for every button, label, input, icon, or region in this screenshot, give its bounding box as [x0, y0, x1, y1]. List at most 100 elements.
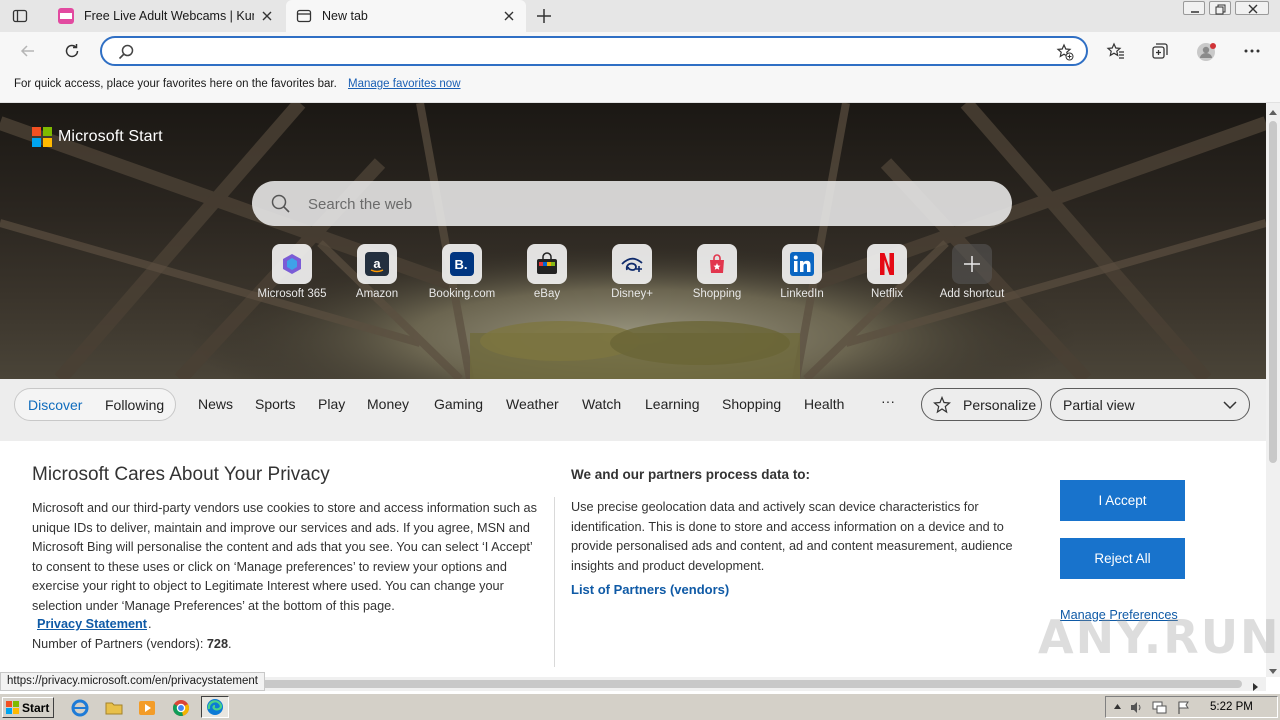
ebay-icon [527, 244, 567, 284]
search-icon [118, 44, 134, 60]
tab-title: Free Live Adult Webcams | KumC [84, 9, 254, 23]
nav-money[interactable]: Money [367, 396, 409, 412]
favorites-icon[interactable] [1106, 41, 1126, 61]
address-input[interactable] [142, 41, 1042, 61]
back-arrow-icon[interactable] [18, 41, 38, 61]
file-explorer-icon[interactable] [104, 698, 124, 718]
shortcut-disney-plus[interactable]: Disney+ [592, 244, 672, 304]
nav-more-icon[interactable]: ··· [881, 393, 895, 409]
nav-news[interactable]: News [198, 396, 233, 412]
scroll-down-arrow-icon[interactable] [1269, 663, 1277, 674]
volume-icon[interactable] [1129, 700, 1144, 715]
window-minimize-button[interactable] [1183, 1, 1205, 15]
privacy-statement-period: . [148, 617, 152, 631]
nav-shopping[interactable]: Shopping [722, 396, 781, 412]
scroll-up-arrow-icon[interactable] [1269, 105, 1277, 115]
collections-icon[interactable] [1150, 41, 1170, 61]
shortcut-amazon[interactable]: a Amazon [337, 244, 417, 304]
windows-taskbar: Start 5:22 PM [0, 693, 1280, 720]
favorites-bar: For quick access, place your favorites h… [0, 70, 1280, 103]
layout-view-value: Partial view [1063, 397, 1135, 413]
settings-more-icon[interactable] [1242, 41, 1262, 61]
network-icon[interactable] [1152, 700, 1167, 715]
chrome-icon[interactable] [171, 698, 191, 718]
shortcut-linkedin[interactable]: LinkedIn [762, 244, 842, 304]
shortcut-add[interactable]: Add shortcut [932, 244, 1012, 304]
web-search-input[interactable] [308, 193, 968, 215]
nav-watch[interactable]: Watch [582, 396, 621, 412]
nav-weather[interactable]: Weather [506, 396, 559, 412]
new-tab-page: Microsoft Start Microsoft 365 a Amazon B… [0, 103, 1266, 677]
tab-following[interactable]: Following [105, 397, 164, 413]
link-status-bar: https://privacy.microsoft.com/en/privacy… [0, 672, 265, 691]
booking-icon: B. [442, 244, 482, 284]
shortcut-shopping[interactable]: Shopping [677, 244, 757, 304]
covered-bridge-image [0, 103, 1266, 379]
vertical-scrollbar[interactable] [1266, 103, 1280, 677]
new-tab-plus-icon[interactable] [534, 6, 554, 26]
nav-health[interactable]: Health [804, 396, 844, 412]
accept-button[interactable]: I Accept [1060, 480, 1185, 521]
nav-learning[interactable]: Learning [645, 396, 700, 412]
tab-title: New tab [322, 9, 368, 23]
microsoft-start-logo[interactable]: Microsoft Start [32, 127, 163, 147]
edge-icon[interactable] [201, 696, 229, 718]
brand-name: Microsoft Start [58, 128, 163, 145]
personalize-label: Personalize [963, 397, 1037, 413]
personalize-button[interactable]: Personalize [921, 388, 1042, 421]
shopping-icon [697, 244, 737, 284]
consent-body: Microsoft and our third-party vendors us… [32, 501, 537, 613]
site-favicon-icon [58, 8, 74, 24]
window-restore-button[interactable] [1209, 1, 1231, 15]
address-bar[interactable] [100, 36, 1088, 66]
partner-count: Number of Partners (vendors): 728. [32, 637, 232, 651]
microsoft-logo-icon [32, 127, 52, 147]
privacy-statement-link[interactable]: Privacy Statement [37, 617, 147, 631]
close-tab-icon[interactable] [260, 9, 274, 23]
feed-navigation: Discover Following News Sports Play Mone… [0, 379, 1266, 441]
web-search-box[interactable] [252, 181, 1012, 226]
amazon-icon: a [357, 244, 397, 284]
shortcut-microsoft-365[interactable]: Microsoft 365 [252, 244, 332, 304]
nav-sports[interactable]: Sports [255, 396, 295, 412]
show-hidden-icons-icon[interactable] [1110, 700, 1125, 715]
shortcut-booking[interactable]: B. Booking.com [422, 244, 502, 304]
hero-background: Microsoft Start Microsoft 365 a Amazon B… [0, 103, 1266, 379]
vertical-scroll-thumb[interactable] [1269, 121, 1277, 463]
media-player-icon[interactable] [137, 698, 157, 718]
anyrun-watermark: ANY.RUN [1038, 610, 1280, 664]
profile-avatar-icon[interactable] [1196, 41, 1216, 61]
close-tab-icon[interactable] [502, 9, 516, 23]
partner-count-label: Number of Partners (vendors): [32, 637, 204, 651]
svg-text:B.: B. [455, 257, 468, 272]
add-favorite-star-icon[interactable] [1056, 43, 1074, 61]
window-close-button[interactable] [1235, 1, 1269, 15]
system-tray: 5:22 PM [1105, 696, 1278, 718]
consent-divider [554, 497, 555, 667]
chevron-down-icon [1223, 398, 1237, 412]
layout-view-select[interactable]: Partial view [1050, 388, 1250, 421]
nav-gaming[interactable]: Gaming [434, 396, 483, 412]
tab-webcams[interactable]: Free Live Adult Webcams | KumC [48, 0, 284, 32]
tab-discover[interactable]: Discover [28, 397, 82, 413]
partner-count-value: 728 [206, 637, 229, 651]
manage-favorites-link[interactable]: Manage favorites now [348, 78, 461, 90]
start-label: Start [22, 701, 50, 715]
internet-explorer-icon[interactable] [70, 698, 90, 718]
shortcut-ebay[interactable]: eBay [507, 244, 587, 304]
tab-actions-icon[interactable] [12, 8, 28, 24]
linkedin-icon [782, 244, 822, 284]
search-icon [270, 193, 292, 215]
shortcut-netflix[interactable]: Netflix [847, 244, 927, 304]
refresh-icon[interactable] [62, 41, 82, 61]
tab-strip: Free Live Adult Webcams | KumC New tab [0, 0, 1280, 32]
taskbar-clock: 5:22 PM [1210, 701, 1253, 713]
scroll-right-arrow-icon[interactable] [1250, 679, 1260, 691]
nav-play[interactable]: Play [318, 396, 345, 412]
list-of-partners-link[interactable]: List of Partners (vendors) [571, 582, 729, 597]
tab-new-tab[interactable]: New tab [286, 0, 526, 32]
browser-toolbar [0, 32, 1280, 70]
action-center-flag-icon[interactable] [1176, 700, 1191, 715]
reject-all-button[interactable]: Reject All [1060, 538, 1185, 579]
start-button[interactable]: Start [2, 697, 54, 718]
